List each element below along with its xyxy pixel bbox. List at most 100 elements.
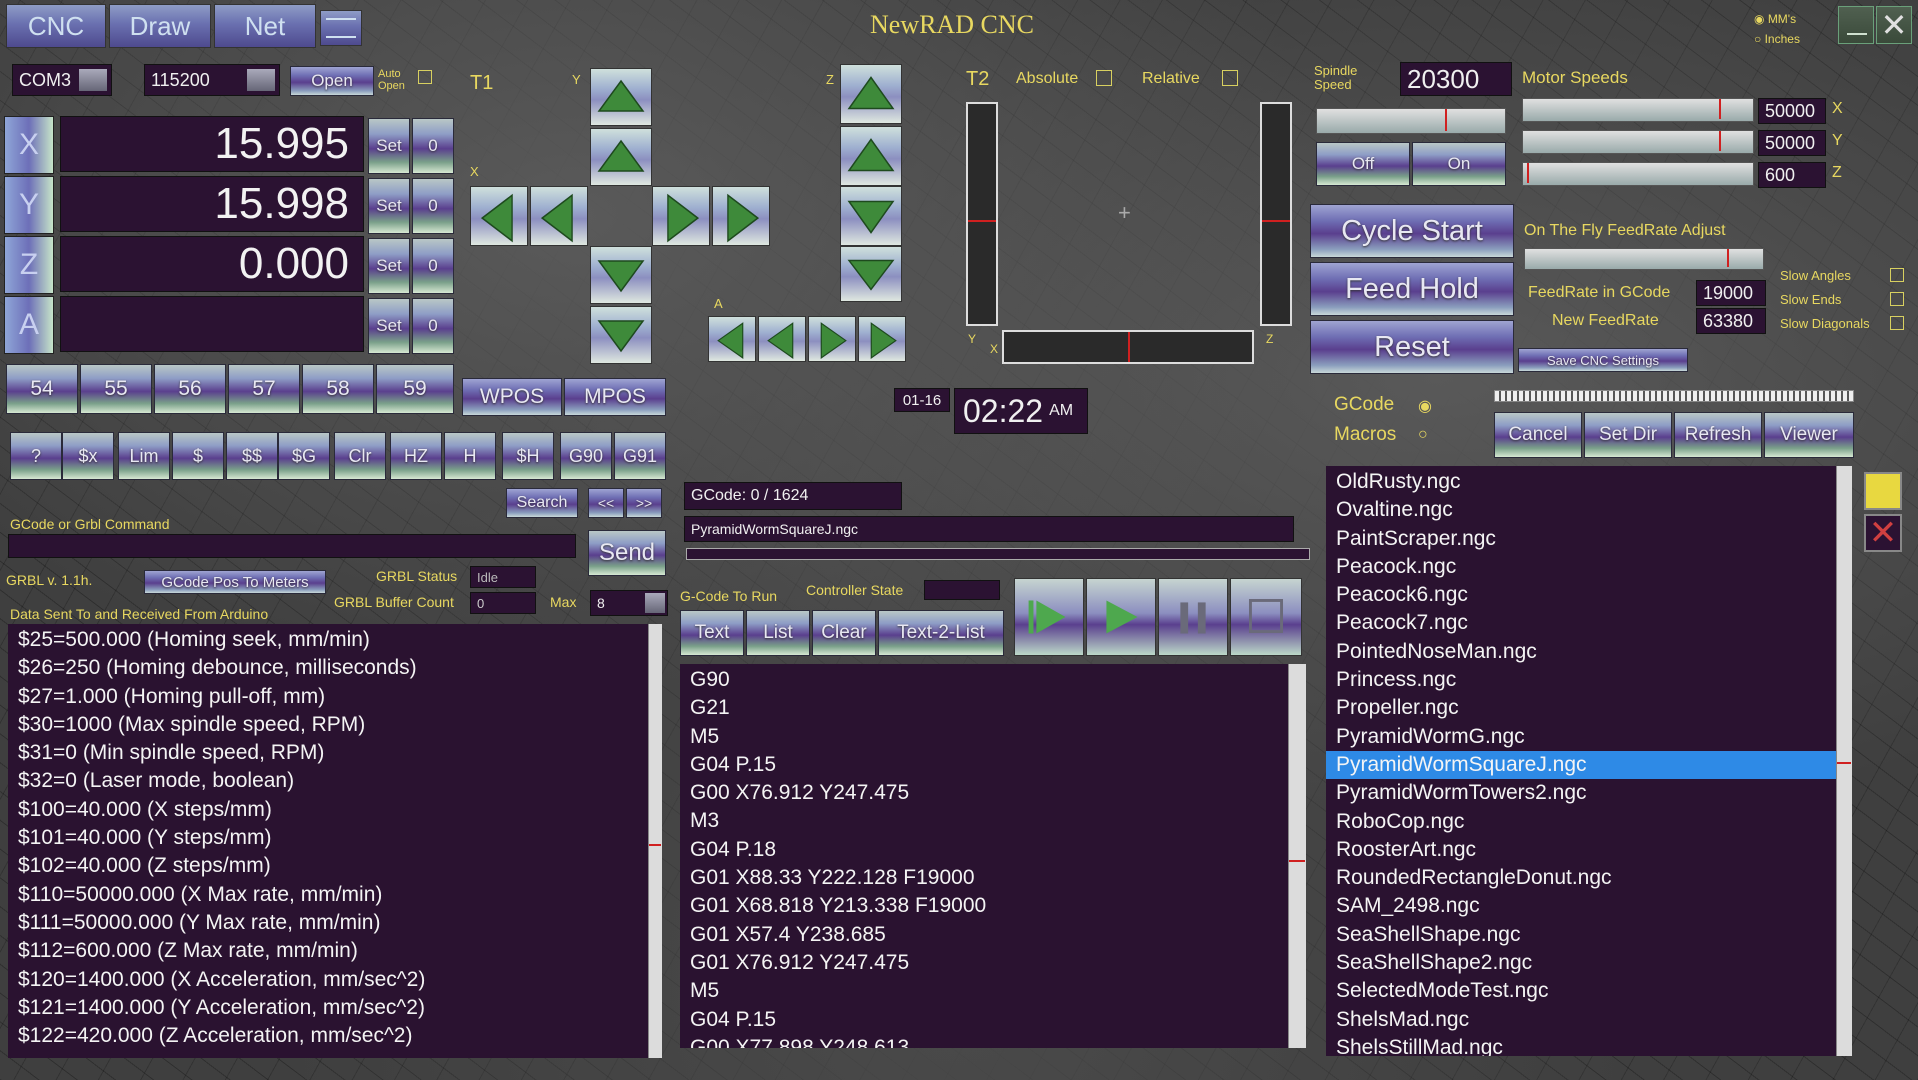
zero-z-button[interactable]: 0 [412, 238, 454, 294]
a-plus-fast-button[interactable] [858, 316, 906, 362]
zero-x-button[interactable]: 0 [412, 118, 454, 174]
grbl-button-4[interactable]: $$ [226, 432, 278, 480]
z-slider[interactable] [1260, 102, 1292, 326]
auto-open-checkbox[interactable] [418, 70, 432, 84]
wcs-56-button[interactable]: 56 [154, 364, 226, 414]
baud-rate-select[interactable]: 115200 [144, 64, 280, 96]
y-motor-speed[interactable]: 50000 [1758, 130, 1826, 156]
gcode-line[interactable]: G04 P.15 [680, 751, 1294, 779]
z-minus-button[interactable] [840, 186, 902, 246]
gcode-line[interactable]: G00 X76.912 Y247.475 [680, 779, 1294, 807]
gcode-line[interactable]: M5 [680, 723, 1294, 751]
file-item[interactable]: Ovaltine.ngc [1326, 496, 1846, 524]
file-item[interactable]: ShelsMad.ngc [1326, 1006, 1846, 1034]
set-dir-button[interactable]: Set Dir [1584, 412, 1672, 458]
menu-button[interactable] [320, 10, 362, 46]
close-button[interactable]: ✕ [1876, 6, 1912, 44]
viewer-button[interactable]: Viewer [1764, 412, 1854, 458]
file-item[interactable]: Princess.ngc [1326, 666, 1846, 694]
file-list[interactable]: OldRusty.ngc Ovaltine.ngc PaintScraper.ngc… [1326, 466, 1846, 1056]
grbl-button-0[interactable]: ? [10, 432, 62, 480]
gcode-line[interactable]: M3 [680, 807, 1294, 835]
zero-a-button[interactable]: 0 [412, 298, 454, 354]
file-item[interactable]: PointedNoseMan.ngc [1326, 638, 1846, 666]
file-item[interactable]: OldRusty.ngc [1326, 468, 1846, 496]
grbl-button-5[interactable]: $G [278, 432, 330, 480]
grbl-button-10[interactable]: G90 [560, 432, 612, 480]
set-x-button[interactable]: Set [368, 118, 410, 174]
wcs-58-button[interactable]: 58 [302, 364, 374, 414]
wcs-55-button[interactable]: 55 [80, 364, 152, 414]
axis-y-button[interactable]: Y [4, 176, 54, 234]
color-swatch-button[interactable] [1864, 472, 1902, 510]
slow-ends-checkbox[interactable] [1890, 292, 1904, 306]
file-item[interactable]: RoboCop.ngc [1326, 808, 1846, 836]
tab-draw[interactable]: Draw [109, 4, 211, 48]
z-motor-speed[interactable]: 600 [1758, 162, 1826, 188]
file-item[interactable]: PyramidWormTowers2.ngc [1326, 779, 1846, 807]
save-cnc-settings-button[interactable]: Save CNC Settings [1518, 348, 1688, 372]
cycle-start-button[interactable]: Cycle Start [1310, 204, 1514, 258]
file-item[interactable]: SAM_2498.ngc [1326, 892, 1846, 920]
spindle-on-button[interactable]: On [1412, 142, 1506, 186]
feed-hold-button[interactable]: Feed Hold [1310, 262, 1514, 316]
a-minus-button[interactable] [758, 316, 806, 362]
file-item[interactable]: PyramidWormSquareJ.ngc [1326, 750, 1846, 780]
z-plus-fast-button[interactable] [840, 64, 902, 124]
grbl-button-9[interactable]: $H [502, 432, 554, 480]
clear-button[interactable]: Clear [812, 610, 876, 656]
spindle-off-button[interactable]: Off [1316, 142, 1410, 186]
file-item[interactable]: SeaShellShape2.ngc [1326, 949, 1846, 977]
file-item[interactable]: Peacock.ngc [1326, 553, 1846, 581]
y-slider[interactable] [966, 102, 998, 326]
relative-checkbox[interactable] [1222, 70, 1238, 86]
x-plus-button[interactable] [652, 186, 710, 246]
console-scrollbar[interactable] [648, 624, 662, 1058]
y-motor-slider[interactable] [1522, 130, 1754, 154]
pause-button[interactable] [1158, 578, 1228, 656]
stop-button[interactable] [1230, 578, 1302, 656]
wcs-57-button[interactable]: 57 [228, 364, 300, 414]
x-minus-button[interactable] [530, 186, 588, 246]
next-button[interactable]: >> [626, 488, 662, 518]
file-item[interactable]: RoundedRectangleDonut.ngc [1326, 864, 1846, 892]
set-a-button[interactable]: Set [368, 298, 410, 354]
view-list-button[interactable]: List [746, 610, 810, 656]
units-mm-radio[interactable]: ◉ MM's [1754, 12, 1796, 26]
file-item[interactable]: SelectedModeTest.ngc [1326, 977, 1846, 1005]
file-item[interactable]: Propeller.ngc [1326, 694, 1846, 722]
gcode-line[interactable]: M5 [680, 977, 1294, 1005]
zero-y-button[interactable]: 0 [412, 178, 454, 234]
grbl-button-7[interactable]: HZ [390, 432, 442, 480]
z-minus-fast-button[interactable] [840, 246, 902, 302]
gcode-line[interactable]: G01 X88.33 Y222.128 F19000 [680, 864, 1294, 892]
grbl-button-1[interactable]: $x [62, 432, 114, 480]
refresh-button[interactable]: Refresh [1674, 412, 1762, 458]
run-from-start-button[interactable] [1014, 578, 1084, 656]
x-slider[interactable] [1002, 330, 1254, 364]
spindle-speed-slider[interactable] [1316, 108, 1506, 134]
z-motor-slider[interactable] [1522, 162, 1754, 186]
file-item[interactable]: Peacock7.ngc [1326, 609, 1846, 637]
grbl-button-2[interactable]: Lim [118, 432, 170, 480]
x-plus-fast-button[interactable] [712, 186, 770, 246]
file-item[interactable]: RoosterArt.ngc [1326, 836, 1846, 864]
gcode-line[interactable]: G01 X57.4 Y238.685 [680, 921, 1294, 949]
prev-button[interactable]: << [588, 488, 624, 518]
z-plus-button[interactable] [840, 126, 902, 186]
command-input[interactable] [8, 534, 576, 558]
wpos-button[interactable]: WPOS [462, 378, 562, 416]
delete-button[interactable]: ✕ [1864, 514, 1902, 552]
grbl-button-6[interactable]: Clr [334, 432, 386, 480]
gcode-line[interactable]: G00 X77.898 Y248.613 [680, 1034, 1294, 1048]
set-z-button[interactable]: Set [368, 238, 410, 294]
file-item[interactable]: ShelsStillMad.ngc [1326, 1034, 1846, 1056]
tab-net[interactable]: Net [214, 4, 316, 48]
grbl-button-11[interactable]: G91 [614, 432, 666, 480]
file-scrollbar[interactable] [1836, 466, 1852, 1056]
slow-angles-checkbox[interactable] [1890, 268, 1904, 282]
x-minus-fast-button[interactable] [470, 186, 528, 246]
reset-button[interactable]: Reset [1310, 320, 1514, 374]
gcode-pos-to-meters-button[interactable]: GCode Pos To Meters [144, 570, 326, 594]
a-minus-fast-button[interactable] [708, 316, 756, 362]
